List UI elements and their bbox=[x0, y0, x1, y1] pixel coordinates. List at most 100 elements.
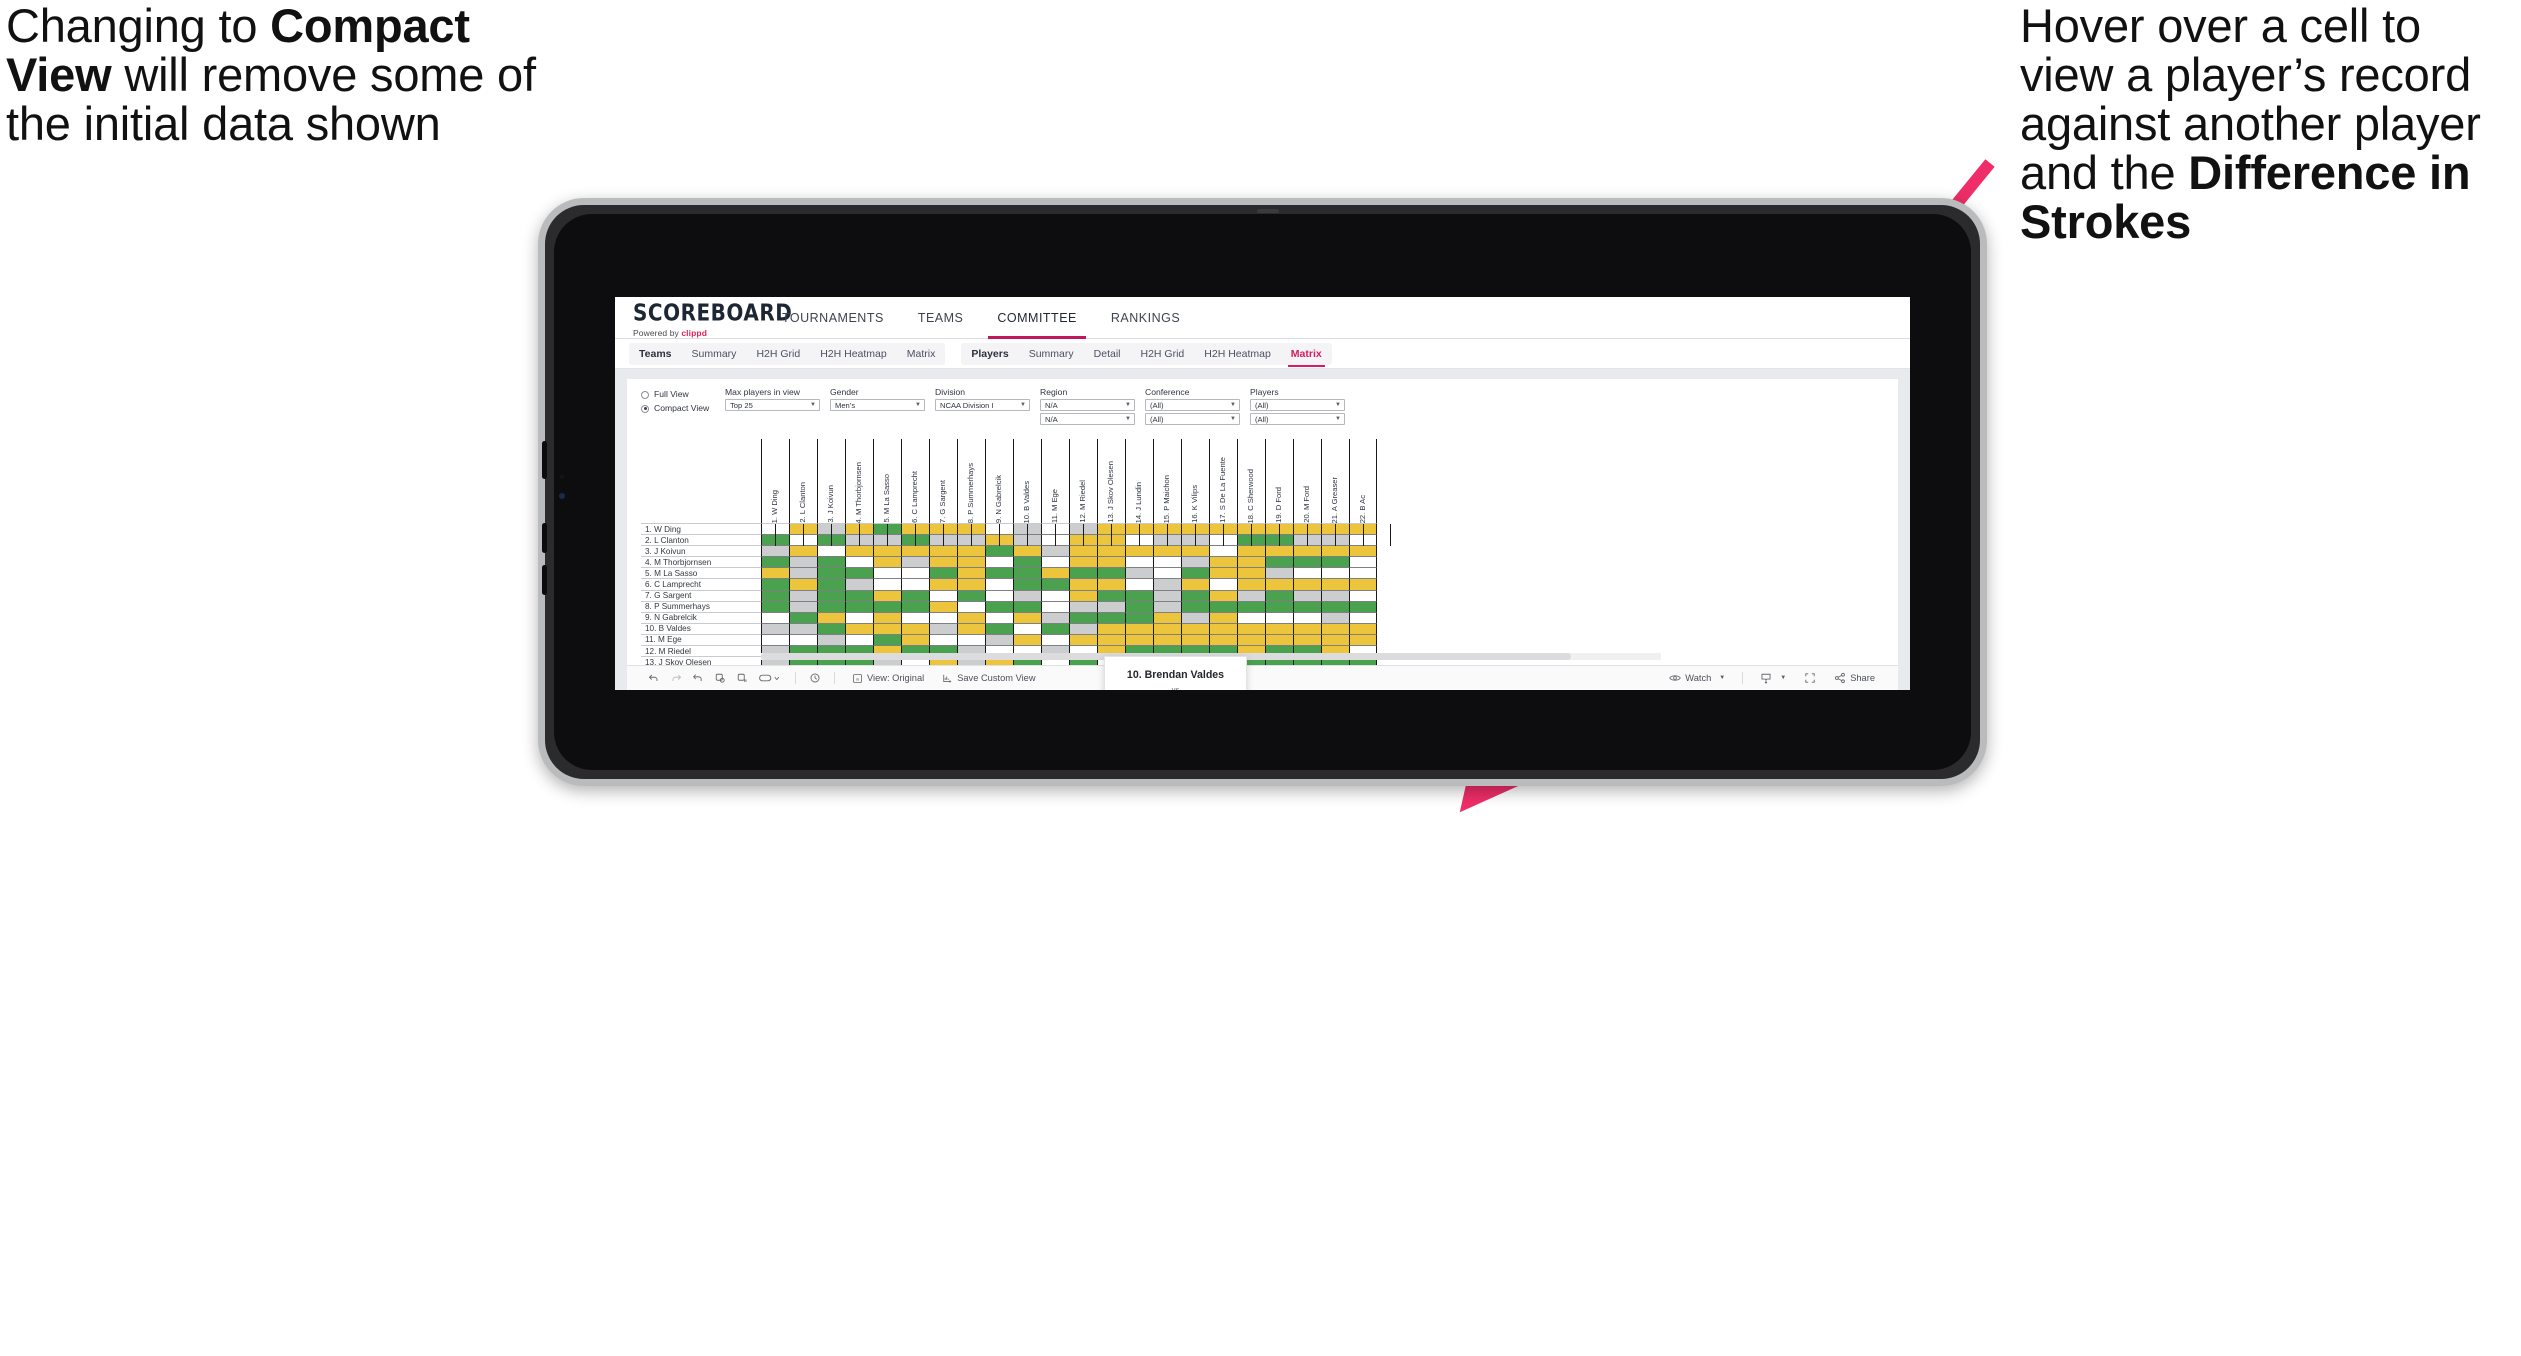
matrix-cell[interactable] bbox=[1153, 590, 1181, 602]
matrix-cell[interactable] bbox=[1293, 590, 1321, 602]
matrix-cell[interactable] bbox=[1265, 557, 1293, 569]
watch-button[interactable]: Watch ▼ bbox=[1660, 672, 1734, 684]
matrix-cell[interactable] bbox=[1125, 612, 1153, 624]
matrix-cell[interactable] bbox=[1293, 579, 1321, 591]
matrix-cell[interactable] bbox=[929, 634, 957, 647]
matrix-cell[interactable] bbox=[985, 634, 1013, 647]
matrix-cell[interactable] bbox=[901, 612, 929, 624]
matrix-cell[interactable] bbox=[1349, 568, 1377, 580]
matrix-cell[interactable] bbox=[761, 579, 789, 591]
matrix-cell[interactable] bbox=[761, 612, 789, 624]
matrix-cell[interactable] bbox=[1293, 546, 1321, 558]
matrix-cell[interactable] bbox=[985, 568, 1013, 580]
matrix-cell[interactable] bbox=[1069, 546, 1097, 558]
matrix-cell[interactable] bbox=[1321, 546, 1349, 558]
matrix-cell[interactable] bbox=[817, 590, 845, 602]
matrix-cell[interactable] bbox=[1293, 634, 1321, 647]
matrix-cell[interactable] bbox=[817, 634, 845, 647]
topnav-teams[interactable]: TEAMS bbox=[901, 297, 981, 338]
matrix-cell[interactable] bbox=[789, 557, 817, 569]
matrix-cell[interactable] bbox=[1153, 612, 1181, 624]
matrix-cell[interactable] bbox=[1237, 612, 1265, 624]
matrix-cell[interactable] bbox=[1181, 557, 1209, 569]
matrix-cell[interactable] bbox=[761, 623, 789, 635]
matrix-cell[interactable] bbox=[957, 612, 985, 624]
matrix-cell[interactable] bbox=[845, 568, 873, 580]
matrix-cell[interactable] bbox=[1069, 612, 1097, 624]
subnav-players-matrix[interactable]: Matrix bbox=[1281, 343, 1332, 367]
matrix-cell[interactable] bbox=[901, 568, 929, 580]
matrix-cell[interactable] bbox=[1097, 546, 1125, 558]
filter-gender-select[interactable]: Men’s ▼ bbox=[830, 399, 925, 411]
matrix-cell[interactable] bbox=[1237, 557, 1265, 569]
brand-logo[interactable]: SCOREBOARD Powered by clippd bbox=[615, 297, 792, 338]
matrix-cell[interactable] bbox=[1153, 623, 1181, 635]
matrix-cell[interactable] bbox=[1265, 579, 1293, 591]
matrix-cell[interactable] bbox=[845, 623, 873, 635]
filter-region-select[interactable]: N/A ▼ bbox=[1040, 399, 1135, 411]
matrix-cell[interactable] bbox=[1125, 557, 1153, 569]
matrix-cell[interactable] bbox=[1041, 634, 1069, 647]
matrix-cell[interactable] bbox=[789, 579, 817, 591]
matrix-cell[interactable] bbox=[1013, 590, 1041, 602]
matrix-cell[interactable] bbox=[901, 546, 929, 558]
matrix-cell[interactable] bbox=[1041, 601, 1069, 613]
matrix-cell[interactable] bbox=[1069, 634, 1097, 647]
matrix-cell[interactable] bbox=[1181, 590, 1209, 602]
subnav-players[interactable]: Players bbox=[961, 343, 1018, 365]
matrix-cell[interactable] bbox=[1349, 579, 1377, 591]
matrix-cell[interactable] bbox=[1321, 590, 1349, 602]
matrix-cell[interactable] bbox=[901, 590, 929, 602]
matrix-cell[interactable] bbox=[1321, 623, 1349, 635]
matrix-cell[interactable] bbox=[1209, 634, 1237, 647]
topnav-committee[interactable]: COMMITTEE bbox=[980, 297, 1094, 339]
matrix-cell[interactable] bbox=[929, 601, 957, 613]
clock-icon[interactable] bbox=[804, 672, 826, 684]
matrix-cell[interactable] bbox=[1237, 623, 1265, 635]
matrix-cell[interactable] bbox=[1293, 557, 1321, 569]
matrix-cell[interactable] bbox=[1237, 546, 1265, 558]
matrix-cell[interactable] bbox=[1265, 568, 1293, 580]
redo-icon[interactable] bbox=[665, 672, 687, 684]
matrix-cell[interactable] bbox=[1293, 623, 1321, 635]
matrix-cell[interactable] bbox=[1293, 612, 1321, 624]
matrix-cell[interactable] bbox=[1125, 601, 1153, 613]
matrix-cell[interactable] bbox=[985, 579, 1013, 591]
matrix-cell[interactable] bbox=[761, 590, 789, 602]
matrix-cell[interactable] bbox=[901, 579, 929, 591]
matrix-cell[interactable] bbox=[845, 612, 873, 624]
matrix-cell[interactable] bbox=[1069, 623, 1097, 635]
matrix-cell[interactable] bbox=[1321, 601, 1349, 613]
matrix-cell[interactable] bbox=[1013, 612, 1041, 624]
fullscreen-button[interactable] bbox=[1795, 672, 1825, 684]
matrix-cell[interactable] bbox=[1097, 568, 1125, 580]
matrix-cell[interactable] bbox=[1321, 568, 1349, 580]
matrix-cell[interactable] bbox=[1153, 634, 1181, 647]
matrix-cell[interactable] bbox=[1293, 568, 1321, 580]
device-button-volume-down[interactable] bbox=[542, 565, 547, 595]
matrix-cell[interactable] bbox=[1209, 568, 1237, 580]
matrix-cell[interactable] bbox=[1181, 612, 1209, 624]
matrix-cell[interactable] bbox=[901, 623, 929, 635]
device-button-power[interactable] bbox=[542, 441, 547, 479]
matrix-cell[interactable] bbox=[1097, 612, 1125, 624]
matrix-cell[interactable] bbox=[761, 634, 789, 647]
subnav-teams-summary[interactable]: Summary bbox=[682, 343, 747, 365]
matrix-cell[interactable] bbox=[1209, 557, 1237, 569]
matrix-cell[interactable] bbox=[1013, 601, 1041, 613]
matrix-cell[interactable] bbox=[1097, 557, 1125, 569]
matrix-cell[interactable] bbox=[1013, 623, 1041, 635]
matrix-cell[interactable] bbox=[957, 557, 985, 569]
view-original-button[interactable]: a View: Original bbox=[843, 673, 933, 684]
matrix-cell[interactable] bbox=[957, 623, 985, 635]
filter-division-select[interactable]: NCAA Division I ▼ bbox=[935, 399, 1030, 411]
matrix-cell[interactable] bbox=[873, 579, 901, 591]
matrix-cell[interactable] bbox=[1097, 579, 1125, 591]
matrix-cell[interactable] bbox=[789, 601, 817, 613]
matrix-cell[interactable] bbox=[1265, 634, 1293, 647]
matrix-cell[interactable] bbox=[1181, 546, 1209, 558]
matrix-cell[interactable] bbox=[985, 612, 1013, 624]
matrix-cell[interactable] bbox=[1013, 634, 1041, 647]
matrix-cell[interactable] bbox=[1181, 579, 1209, 591]
share-button[interactable]: Share bbox=[1825, 672, 1884, 684]
